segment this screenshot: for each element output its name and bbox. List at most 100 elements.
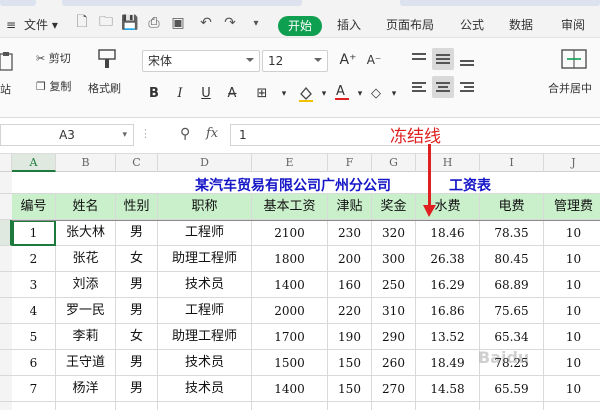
- cell-base-salary[interactable]: 1400: [252, 272, 328, 298]
- cell-title[interactable]: 工程师: [158, 298, 252, 324]
- cell-gender[interactable]: 男: [116, 376, 158, 402]
- align-top-icon[interactable]: [408, 48, 430, 70]
- cell-gender[interactable]: [116, 402, 158, 410]
- column-header-g[interactable]: G: [372, 154, 416, 172]
- cell-id[interactable]: 8: [12, 402, 56, 410]
- cell-base-salary[interactable]: [252, 402, 328, 410]
- cell-allowance[interactable]: 200: [328, 246, 372, 272]
- cut-button[interactable]: ✂ 剪切: [36, 50, 71, 66]
- cell-id[interactable]: 2: [12, 246, 56, 272]
- cell-electricity-fee[interactable]: 68.89: [480, 272, 544, 298]
- increase-font-icon[interactable]: A⁺: [338, 50, 358, 70]
- cell-management-fee[interactable]: 10: [544, 298, 600, 324]
- fill-color-dropdown-icon[interactable]: ▾: [314, 84, 334, 104]
- cell-bonus[interactable]: 250: [372, 272, 416, 298]
- cell-name[interactable]: 杨洋: [56, 376, 116, 402]
- undo-icon[interactable]: ↶: [198, 15, 214, 31]
- column-header-h[interactable]: H: [416, 154, 480, 172]
- header-cell-allowance[interactable]: 津贴: [328, 194, 372, 220]
- cell-name[interactable]: 张大林: [56, 220, 116, 246]
- merge-center-icon[interactable]: [560, 48, 588, 72]
- decrease-font-icon[interactable]: A⁻: [364, 50, 384, 70]
- cell-allowance[interactable]: 160: [328, 272, 372, 298]
- format-painter-icon[interactable]: [94, 48, 120, 72]
- cell-electricity-fee[interactable]: [480, 402, 544, 410]
- tab-page-layout[interactable]: 页面布局: [386, 12, 434, 38]
- cell-water-fee[interactable]: 18.49: [416, 350, 480, 376]
- tab-data[interactable]: 数据: [509, 12, 533, 38]
- menu-icon[interactable]: ≡: [6, 12, 16, 38]
- italic-icon[interactable]: I: [170, 84, 190, 104]
- open-folder-icon[interactable]: 🗀: [98, 14, 114, 31]
- fx-icon[interactable]: fx: [206, 126, 218, 141]
- cell-electricity-fee[interactable]: 75.65: [480, 298, 544, 324]
- cell-name[interactable]: 李莉: [56, 324, 116, 350]
- header-cell-gender[interactable]: 性别: [116, 194, 158, 220]
- paste-icon[interactable]: [0, 52, 14, 72]
- cell-allowance[interactable]: 150: [328, 376, 372, 402]
- cell-gender[interactable]: 男: [116, 220, 158, 246]
- font-size-select[interactable]: 12: [262, 50, 328, 72]
- title-row[interactable]: 某汽车贸易有限公司广州分公司 工资表: [12, 172, 600, 194]
- cell-gender[interactable]: 女: [116, 324, 158, 350]
- row-header[interactable]: [0, 298, 12, 324]
- row-header[interactable]: [0, 246, 12, 272]
- border-dropdown-icon[interactable]: ▾: [274, 84, 294, 104]
- cell-gender[interactable]: 女: [116, 246, 158, 272]
- header-cell-name[interactable]: 姓名: [56, 194, 116, 220]
- cell-allowance[interactable]: 220: [328, 298, 372, 324]
- cell-name[interactable]: 刘添: [56, 272, 116, 298]
- tab-formulas[interactable]: 公式: [460, 12, 484, 38]
- tab-review[interactable]: 审阅: [561, 12, 585, 38]
- cell-allowance[interactable]: 190: [328, 324, 372, 350]
- cell-name[interactable]: 王守道: [56, 350, 116, 376]
- header-cell-title[interactable]: 职称: [158, 194, 252, 220]
- cell-allowance[interactable]: 230: [328, 220, 372, 246]
- cell-id[interactable]: 5: [12, 324, 56, 350]
- cell-base-salary[interactable]: 1700: [252, 324, 328, 350]
- header-cell-base-salary[interactable]: 基本工资: [252, 194, 328, 220]
- cell-bonus[interactable]: 310: [372, 298, 416, 324]
- format-painter-button[interactable]: 格式刷: [88, 80, 121, 96]
- cell-electricity-fee[interactable]: 65.34: [480, 324, 544, 350]
- row-header[interactable]: [0, 324, 12, 350]
- align-center-icon[interactable]: [432, 76, 454, 98]
- merge-center-button[interactable]: 合并居中: [548, 80, 592, 96]
- print-icon[interactable]: ⎙: [146, 15, 162, 31]
- cell-base-salary[interactable]: 1400: [252, 376, 328, 402]
- quick-access-dropdown-icon[interactable]: ▾: [248, 15, 264, 31]
- align-bottom-icon[interactable]: [456, 48, 478, 70]
- new-doc-icon[interactable]: 🗋: [74, 14, 90, 31]
- cell-base-salary[interactable]: 2100: [252, 220, 328, 246]
- clear-format-icon[interactable]: ◇: [366, 84, 386, 104]
- cell-gender[interactable]: 男: [116, 298, 158, 324]
- cell-title[interactable]: 助理工程师: [158, 246, 252, 272]
- cell-title[interactable]: 技术员: [158, 376, 252, 402]
- name-box[interactable]: A3 ▾: [0, 124, 134, 146]
- cell-bonus[interactable]: [372, 402, 416, 410]
- header-cell-id[interactable]: 编号: [12, 194, 56, 220]
- column-header-f[interactable]: F: [328, 154, 372, 172]
- cell-id[interactable]: 4: [12, 298, 56, 324]
- header-cell-electricity-fee[interactable]: 电费: [480, 194, 544, 220]
- column-header-c[interactable]: C: [116, 154, 158, 172]
- cell-water-fee[interactable]: 26.38: [416, 246, 480, 272]
- cell-water-fee[interactable]: 13.52: [416, 324, 480, 350]
- row-header[interactable]: [0, 402, 12, 410]
- cell-water-fee[interactable]: 16.29: [416, 272, 480, 298]
- align-right-icon[interactable]: [456, 76, 478, 98]
- row-header[interactable]: [0, 220, 12, 246]
- tab-insert[interactable]: 插入: [337, 12, 361, 38]
- cell-bonus[interactable]: 320: [372, 220, 416, 246]
- cell-management-fee[interactable]: [544, 402, 600, 410]
- font-color-icon[interactable]: A: [332, 82, 352, 102]
- column-header-i[interactable]: I: [480, 154, 544, 172]
- cell-name[interactable]: 罗一民: [56, 298, 116, 324]
- header-cell-management-fee[interactable]: 管理费: [544, 194, 600, 220]
- cell-management-fee[interactable]: 10: [544, 350, 600, 376]
- cell-gender[interactable]: 男: [116, 350, 158, 376]
- cell-name[interactable]: [56, 402, 116, 410]
- cell-bonus[interactable]: 290: [372, 324, 416, 350]
- font-family-select[interactable]: 宋体: [142, 50, 260, 72]
- cell-allowance[interactable]: [328, 402, 372, 410]
